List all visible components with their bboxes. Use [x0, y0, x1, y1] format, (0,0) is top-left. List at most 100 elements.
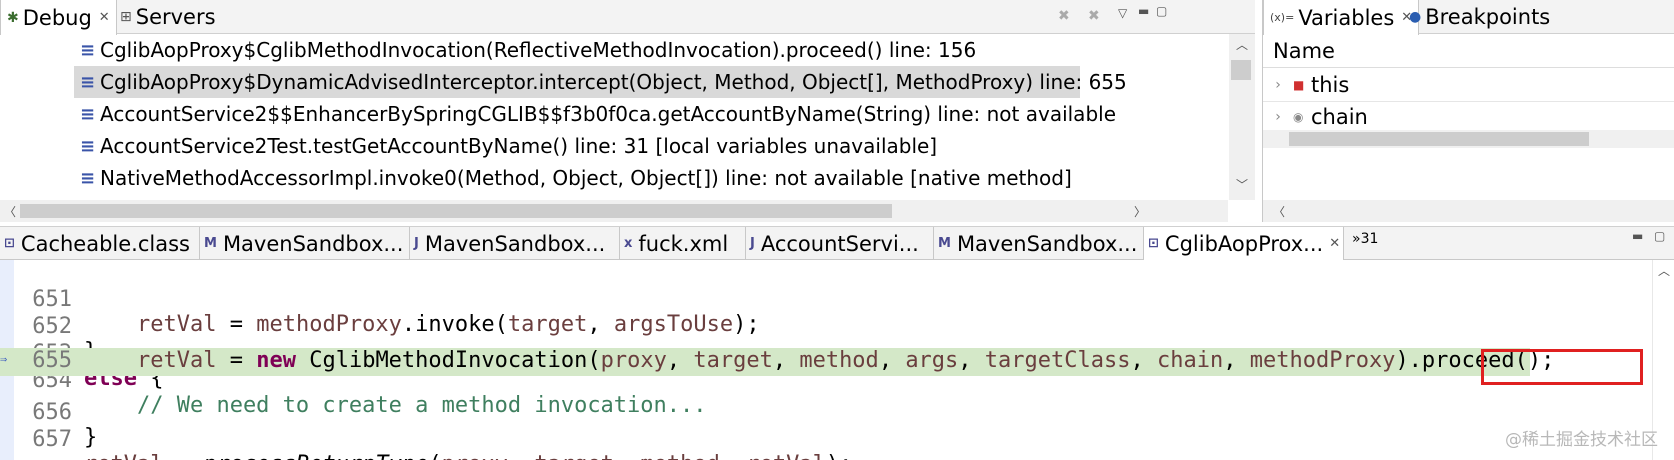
scroll-thumb[interactable] — [1289, 132, 1589, 146]
stack-frame[interactable]: ≡ AccountService2Test.testGetAccountByNa… — [80, 130, 937, 162]
local-variable-icon: ◉ — [1293, 109, 1304, 124]
line-number: 655 — [32, 348, 72, 373]
scroll-right-icon[interactable]: 〉 — [1134, 203, 1146, 220]
view-menu-icon[interactable]: ▽ — [1118, 6, 1127, 20]
tab-debug[interactable]: ✱ Debug ✕ — [0, 0, 117, 35]
bug-icon: ✱ — [7, 9, 19, 26]
stack-frame-label: NativeMethodAccessorImpl.invoke0(Method,… — [100, 166, 1072, 190]
code-line[interactable]: 656 } — [0, 375, 1674, 450]
code-line[interactable]: 657 retVal = processReturnType(proxy, ta… — [0, 402, 1674, 460]
field-private-icon: ■ — [1293, 77, 1305, 92]
tab-overflow-button[interactable]: »31 — [1352, 231, 1378, 247]
details-scrollbar[interactable]: 〈 — [1263, 200, 1674, 222]
expand-chevron-icon[interactable]: › — [1263, 77, 1293, 93]
stack-frame-label: AccountService2$$EnhancerBySpringCGLIB$$… — [100, 102, 1116, 126]
editor-tab-label: CglibAopProx... — [1164, 231, 1324, 256]
class-file-icon: ⊡ — [4, 236, 15, 251]
stack-frame-icon: ≡ — [80, 39, 96, 61]
instruction-pointer-icon: ⇒ — [0, 352, 8, 366]
variable-row[interactable]: › ◉ chain — [1263, 100, 1674, 134]
servers-icon: ⊞ — [120, 9, 132, 25]
tab-variables[interactable]: (x)= Variables ✕ — [1263, 0, 1420, 35]
maximize-icon[interactable]: ▢ — [1654, 229, 1665, 243]
debug-vertical-scrollbar[interactable]: ︿ ﹀ — [1229, 34, 1255, 200]
editor-tab-active[interactable]: ⊡ CglibAopProx... ✕ — [1144, 227, 1344, 260]
variables-view: (x)= Variables ✕ ● Breakpoints Name › ■ … — [1262, 0, 1674, 222]
editor-tab[interactable]: x fuck.xml — [620, 227, 746, 260]
remove-all-icon[interactable]: ✖ — [1088, 8, 1100, 24]
editor-tab-label: AccountServi... — [760, 231, 919, 256]
code-editor[interactable]: 651 retVal = methodProxy.invoke(target, … — [0, 260, 1674, 460]
stack-frame-icon: ≡ — [80, 103, 96, 125]
stack-frame-label: AccountService2Test.testGetAccountByName… — [100, 134, 938, 158]
editor-tab-label: MavenSandbox... — [956, 231, 1138, 256]
stack-frame[interactable]: ≡ NativeMethodAccessorImpl.invoke0(Metho… — [80, 162, 1072, 194]
stack-frame-icon: ≡ — [80, 135, 96, 157]
code-line[interactable]: 651 retVal = methodProxy.invoke(target, … — [0, 262, 1674, 337]
editor-tab[interactable]: ⊡ Cacheable.class — [0, 227, 200, 260]
maven-file-icon: M — [938, 236, 951, 251]
watermark: @稀土掘金技术社区 — [1505, 430, 1658, 450]
column-header-name[interactable]: Name — [1263, 34, 1674, 68]
debug-view: ✱ Debug ✕ ⊞ Servers ✖ ✖ ▽ ▬ ▢ ≡ CglibAop… — [0, 0, 1255, 222]
stack-frame-icon: ≡ — [80, 71, 96, 93]
scroll-up-icon[interactable]: ︿ — [1658, 262, 1670, 279]
variable-name: chain — [1311, 104, 1368, 129]
line-text: retVal = new CglibMethodInvocation(proxy… — [136, 348, 1555, 373]
stack-frame[interactable]: ≡ CglibAopProxy$CglibMethodInvocation(Re… — [80, 34, 976, 66]
stack-frames-list: ≡ CglibAopProxy$CglibMethodInvocation(Re… — [0, 34, 1228, 200]
editor-tabbar: ⊡ Cacheable.class M MavenSandbox... J Ma… — [0, 226, 1674, 260]
maximize-icon[interactable]: ▢ — [1156, 4, 1167, 18]
minimize-icon[interactable]: ▬ — [1138, 4, 1149, 18]
scroll-down-icon[interactable]: ﹀ — [1236, 176, 1248, 193]
close-icon[interactable]: ✕ — [99, 10, 110, 25]
stack-frame-label: CglibAopProxy$DynamicAdvisedInterceptor.… — [100, 70, 1127, 94]
editor-tab[interactable]: M MavenSandbox... — [200, 227, 410, 260]
highlight-annotation-box — [1481, 349, 1643, 385]
line-text: retVal = processReturnType(proxy, target… — [84, 452, 852, 460]
editor-tab[interactable]: J MavenSandbox... — [410, 227, 620, 260]
stack-frame-selected[interactable]: ≡ CglibAopProxy$DynamicAdvisedIntercepto… — [74, 66, 1127, 98]
debug-horizontal-scrollbar[interactable]: 〈 〉 — [0, 200, 1228, 222]
variable-name: this — [1311, 72, 1350, 97]
stack-frame-icon: ≡ — [80, 167, 96, 189]
xml-file-icon: x — [624, 236, 633, 251]
expand-chevron-icon[interactable]: › — [1263, 109, 1293, 125]
tab-breakpoints[interactable]: ● Breakpoints — [1403, 0, 1556, 34]
close-icon[interactable]: ✕ — [1329, 236, 1340, 251]
tab-servers[interactable]: ⊞ Servers — [114, 0, 222, 34]
minimize-icon[interactable]: ▬ — [1632, 229, 1643, 243]
line-number: 657 — [32, 427, 72, 452]
editor-tab-label: MavenSandbox... — [222, 231, 404, 256]
scroll-thumb[interactable] — [1231, 60, 1251, 80]
editor-tab[interactable]: J AccountServi... — [746, 227, 934, 260]
maven-file-icon: M — [204, 236, 217, 251]
tab-servers-label: Servers — [135, 5, 216, 29]
code-line-current[interactable]: ⇒ 655 retVal = new CglibMethodInvocation… — [0, 348, 1554, 376]
code-line[interactable]: 653 else { — [0, 316, 1674, 391]
remove-terminated-icon[interactable]: ✖ — [1058, 8, 1070, 24]
editor-tab-label: fuck.xml — [638, 231, 729, 256]
stack-frame-label: CglibAopProxy$CglibMethodInvocation(Refl… — [100, 38, 977, 62]
editor-tab-label: MavenSandbox... — [424, 231, 606, 256]
java-file-icon: J — [750, 236, 755, 251]
scroll-left-icon[interactable]: 〈 — [1273, 203, 1285, 220]
editor-tab[interactable]: M MavenSandbox... — [934, 227, 1144, 260]
scroll-up-icon[interactable]: ︿ — [1236, 36, 1248, 53]
java-file-icon: J — [414, 236, 419, 251]
variables-horizontal-scrollbar[interactable] — [1263, 130, 1674, 148]
class-file-icon: ⊡ — [1148, 236, 1159, 251]
code-line[interactable]: 652 } — [0, 289, 1674, 364]
stack-frame[interactable]: ≡ AccountService2$$EnhancerBySpringCGLIB… — [80, 98, 1116, 130]
variables-icon: (x)= — [1270, 11, 1295, 24]
editor-tab-label: Cacheable.class — [20, 231, 190, 256]
scroll-thumb[interactable] — [20, 204, 892, 218]
tab-breakpoints-label: Breakpoints — [1425, 5, 1551, 29]
variables-tabbar: (x)= Variables ✕ ● Breakpoints — [1263, 0, 1674, 35]
tab-variables-label: Variables — [1298, 5, 1395, 30]
tab-debug-label: Debug — [22, 5, 92, 30]
column-name-label: Name — [1273, 38, 1335, 63]
debug-tabbar: ✱ Debug ✕ ⊞ Servers ✖ ✖ ▽ ▬ ▢ — [0, 0, 1255, 35]
variable-row[interactable]: › ■ this — [1263, 68, 1674, 102]
scroll-left-icon[interactable]: 〈 — [4, 203, 16, 220]
